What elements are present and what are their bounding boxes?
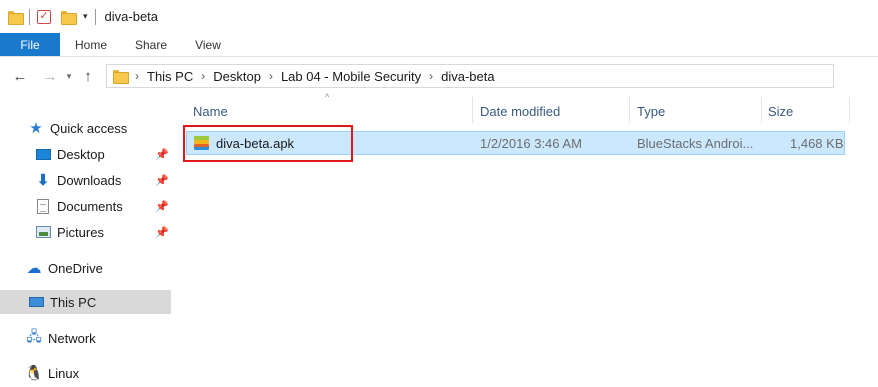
recent-locations-chevron-icon[interactable]: ▾ [62,64,76,88]
toolbar-divider [94,8,96,25]
ribbon-tabs: File Home Share View [0,33,878,57]
pin-icon[interactable]: 📌 [155,148,169,161]
breadcrumb-lab04[interactable]: Lab 04 - Mobile Security [281,69,421,84]
customize-dropdown-icon[interactable]: ▾ [83,11,88,22]
sidebar-item-documents[interactable]: Documents 📌 [35,194,171,218]
sidebar-item-label: OneDrive [48,260,103,276]
sidebar-item-linux[interactable]: 🐧 Linux [24,361,80,385]
linux-icon: 🐧 [24,365,44,382]
file-type: BlueStacks Androi... [637,135,754,151]
chevron-right-icon[interactable]: › [201,69,205,83]
pictures-icon [35,224,51,240]
sidebar-item-label: Linux [48,365,80,381]
star-icon: ★ [29,120,43,137]
up-arrow-icon[interactable]: ↑ [76,64,100,88]
sidebar-item-downloads[interactable]: ⬇ Downloads 📌 [35,168,171,192]
download-icon: ⬇ [36,172,50,189]
column-divider[interactable] [472,97,473,123]
title-bar: ✓ ▾ diva-beta [0,0,878,33]
toolbar-divider [29,8,30,25]
properties-check-icon[interactable]: ✓ [37,9,51,24]
tab-file[interactable]: File [0,33,60,56]
window-title: diva-beta [104,9,159,24]
chevron-right-icon[interactable]: › [269,69,273,83]
sidebar-item-label: Quick access [50,120,128,136]
computer-icon [28,294,44,310]
folder-icon [113,66,129,86]
sidebar-item-onedrive[interactable]: ☁ OneDrive [26,256,103,280]
pin-icon[interactable]: 📌 [155,200,169,213]
sidebar-item-label: Pictures [57,224,104,240]
sidebar-item-this-pc[interactable]: This PC [0,290,171,314]
sidebar-item-network[interactable]: 🖧 Network [26,326,96,350]
forward-arrow-icon[interactable]: → [38,64,62,88]
column-divider[interactable] [761,97,762,123]
network-icon: 🖧 [26,328,42,344]
folder-icon [8,7,24,27]
file-date-modified: 1/2/2016 3:46 AM [480,135,582,151]
sidebar-item-quick-access[interactable]: ★ Quick access [28,116,127,140]
cloud-icon: ☁ [26,260,42,277]
column-header-size[interactable]: Size [768,100,793,122]
tab-share[interactable]: Share [122,33,180,56]
chevron-right-icon[interactable]: › [429,69,433,83]
address-row: ← → ▾ ↑ › This PC › Desktop › Lab 04 - M… [0,60,878,92]
sidebar-item-desktop[interactable]: Desktop 📌 [35,142,171,166]
column-divider[interactable] [629,97,630,123]
breadcrumb-desktop[interactable]: Desktop [213,69,261,84]
breadcrumb-diva-beta[interactable]: diva-beta [441,69,494,84]
breadcrumb-this-pc[interactable]: This PC [147,69,193,84]
sidebar-item-label: Desktop [57,146,105,162]
pin-icon[interactable]: 📌 [155,226,169,239]
column-header-date-modified[interactable]: Date modified [480,100,560,122]
tab-view[interactable]: View [180,33,236,56]
sidebar-item-label: This PC [50,294,97,310]
column-header-name[interactable]: Name [193,100,228,122]
documents-icon [35,198,51,214]
back-arrow-icon[interactable]: ← [8,64,32,88]
address-bar[interactable]: › This PC › Desktop › Lab 04 - Mobile Se… [106,64,834,88]
file-size: 1,468 KB [790,135,844,151]
sort-ascending-icon: ^ [325,92,330,102]
sidebar-item-label: Downloads [57,172,122,188]
sidebar-item-label: Network [48,330,96,346]
tab-home[interactable]: Home [60,33,122,56]
chevron-right-icon[interactable]: › [135,69,139,83]
navigation-pane: ★ Quick access Desktop 📌 ⬇ Downloads 📌 D… [0,92,172,387]
desktop-icon [35,146,51,162]
column-divider[interactable] [849,97,850,123]
column-header-type[interactable]: Type [637,100,665,122]
sidebar-item-label: Documents [57,198,123,214]
pin-icon[interactable]: 📌 [155,174,169,187]
sidebar-item-pictures[interactable]: Pictures 📌 [35,220,171,244]
new-folder-icon[interactable] [61,7,77,27]
highlight-annotation-box [183,125,353,162]
